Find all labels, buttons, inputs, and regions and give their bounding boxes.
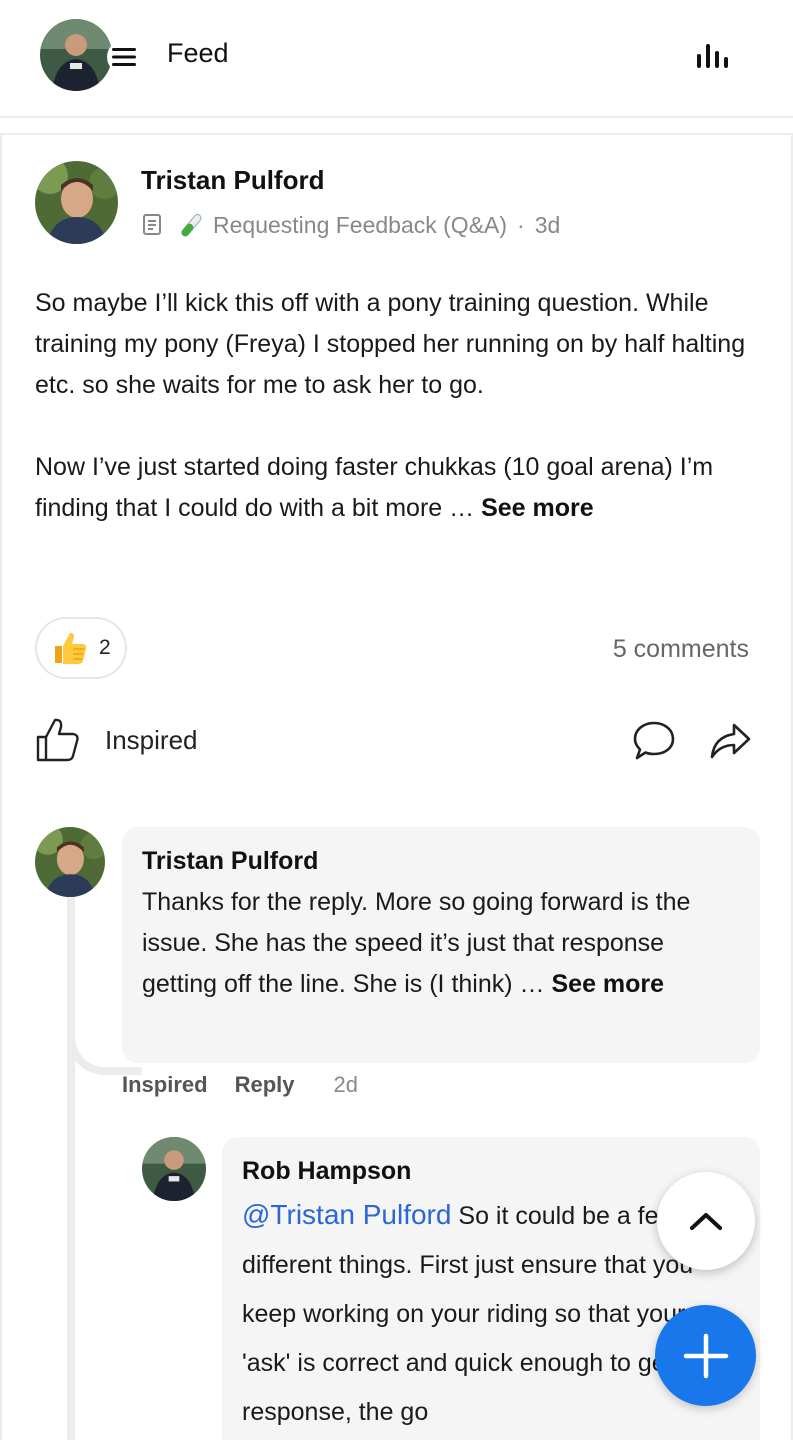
reactions-summary[interactable]: 2 [35,617,127,679]
menu-button[interactable] [107,40,141,74]
comment-bubble: Tristan Pulford Thanks for the reply. Mo… [122,827,760,1063]
comment-time: 2d [333,1072,358,1097]
see-more-link[interactable]: See more [481,494,594,522]
scroll-to-top-button[interactable] [657,1172,755,1270]
comment-text: Thanks for the reply. More so going forw… [142,882,740,1005]
thumbs-up-emoji-icon [55,632,87,664]
comment-see-more-link[interactable]: See more [551,970,664,998]
top-app-bar: Feed [0,0,793,118]
reply-author-avatar[interactable] [142,1137,206,1201]
document-icon [143,214,161,235]
author-avatar[interactable] [35,161,118,244]
chevron-up-icon [690,1213,722,1230]
reply-text-body: So it could be a few different things. F… [242,1202,715,1426]
post-body: So maybe I’ll kick this off with a pony … [35,283,760,529]
comments-count-link[interactable]: 5 comments [613,635,749,664]
post-paragraph-2: Now I’ve just started doing faster chukk… [35,447,760,529]
share-icon[interactable] [708,720,752,762]
test-tube-icon [181,214,202,237]
reaction-count: 2 [99,636,111,659]
comment-icon[interactable] [632,720,676,762]
page-title: Feed [167,38,229,68]
post-time: 3d [534,211,561,238]
user-avatar[interactable] [40,19,112,91]
create-post-button[interactable] [655,1305,756,1406]
hamburger-menu-icon [112,48,136,66]
meta-separator: · [517,211,525,238]
comment-author-name[interactable]: Tristan Pulford [142,847,740,876]
thread-connector-line [67,897,75,1440]
post-paragraph-1: So maybe I’ll kick this off with a pony … [35,289,746,399]
mention-link[interactable]: @Tristan Pulford [242,1199,451,1230]
post-author-name[interactable]: Tristan Pulford [141,165,324,196]
thumbs-up-outline-icon [36,718,79,762]
post-paragraph-2-text: Now I’ve just started doing faster chukk… [35,453,714,522]
plus-icon [683,1333,728,1378]
inspired-button[interactable]: Inspired [35,717,198,763]
comment-inspired-button[interactable]: Inspired [122,1072,208,1098]
bar-chart-icon[interactable] [694,42,734,72]
comment-actions: Inspired Reply 2d [122,1072,358,1098]
category-label[interactable]: Requesting Feedback (Q&A) [213,212,507,239]
comment-author-avatar[interactable] [35,827,105,897]
reply-author-name[interactable]: Rob Hampson [242,1157,740,1186]
inspired-label: Inspired [105,724,198,755]
post-meta: Requesting Feedback (Q&A) · 3d [141,211,560,239]
comment-reply-button[interactable]: Reply [235,1072,295,1098]
